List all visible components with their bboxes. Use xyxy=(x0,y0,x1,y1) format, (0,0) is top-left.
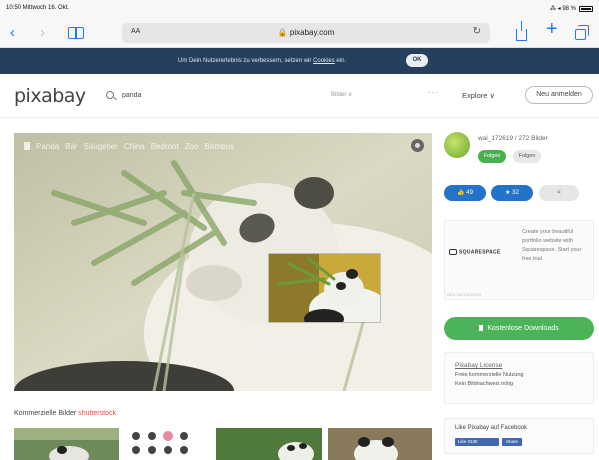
commercial-thumbnail[interactable] xyxy=(126,428,218,460)
favorite-button[interactable]: ★ 32 xyxy=(491,185,533,201)
cookie-text: Um Dein Nutzererlebnis zu verbessern, se… xyxy=(178,58,346,64)
site-header: pixabay Bilder ∨ ··· Explore ∨ Neu anmel… xyxy=(0,74,599,118)
explore-dropdown[interactable]: Explore ∨ xyxy=(462,91,495,100)
related-thumbnail-overlay[interactable] xyxy=(268,253,381,323)
commercial-thumbnails xyxy=(14,428,432,460)
main-panda-image[interactable]: Panda Bär Säugetier China Bedroht Zoo Ba… xyxy=(14,133,432,391)
tag-item[interactable]: Panda xyxy=(36,142,59,151)
license-box: Pixabay License Freie kommerzielle Nutzu… xyxy=(444,352,594,404)
download-label: Kostenlose Downloads xyxy=(487,325,559,332)
status-right-text: ⁂ ◂ 98 % xyxy=(549,6,576,12)
commercial-images-label: Kommerzielle Bilder shutterstock xyxy=(14,410,116,417)
commercial-thumbnail[interactable] xyxy=(216,428,322,460)
ad-brand: SQUARESPACE xyxy=(459,249,501,256)
download-icon xyxy=(479,325,484,332)
like-button[interactable]: 👍 49 xyxy=(444,185,486,201)
status-time: 10:50 Mittwoch 16. Okt. xyxy=(6,5,70,11)
url-text[interactable]: 🔒 pixabay.com xyxy=(122,28,490,37)
license-line: Kein Bildnachweis nötig xyxy=(455,381,514,387)
tag-item[interactable]: Bär xyxy=(65,142,77,151)
cookie-banner: Um Dein Nutzererlebnis zu verbessern, se… xyxy=(0,48,599,74)
search-icon xyxy=(106,91,114,99)
more-menu-button[interactable]: ··· xyxy=(428,88,439,97)
author-card: wal_172619 / 272 Bilder Folgen Folgen xyxy=(444,132,594,174)
tag-item[interactable]: China xyxy=(124,142,145,151)
commercial-label-text: Kommerzielle Bilder xyxy=(14,410,77,417)
browser-toolbar: ‹ › AA 🔒 pixabay.com ↻ + xyxy=(0,18,599,48)
tag-item[interactable]: Säugetier xyxy=(84,142,118,151)
tag-item[interactable]: Zoo xyxy=(185,142,199,151)
commercial-thumbnail[interactable] xyxy=(328,428,432,460)
facebook-share-button[interactable]: Share xyxy=(502,438,522,446)
cookie-text-start: Um Dein Nutzererlebnis zu verbessern, se… xyxy=(178,58,314,64)
tabs-overview-icon[interactable] xyxy=(575,25,589,40)
facebook-box: Like Pixabay auf Facebook Like 313K Shar… xyxy=(444,418,594,454)
status-indicators: ⁂ ◂ 98 % xyxy=(550,5,593,12)
bookmarks-icon[interactable] xyxy=(68,27,84,39)
search-type-dropdown[interactable]: Bilder ∨ xyxy=(331,91,352,98)
address-bar[interactable]: AA 🔒 pixabay.com ↻ xyxy=(122,23,490,43)
image-tags: Panda Bär Säugetier China Bedroht Zoo Ba… xyxy=(24,142,234,151)
pixabay-logo[interactable]: pixabay xyxy=(14,85,86,107)
license-line: Freie kommerzielle Nutzung xyxy=(455,372,524,378)
squarespace-logo: SQUARESPACE xyxy=(449,249,515,255)
follow-button[interactable]: Folgen xyxy=(478,150,506,163)
license-link[interactable]: Pixabay License xyxy=(455,362,583,369)
thumbnail-image xyxy=(132,431,188,454)
cookie-link[interactable]: Cookies xyxy=(313,58,335,64)
camera-icon[interactable] xyxy=(411,139,424,152)
follow-secondary-button[interactable]: Folgen xyxy=(513,150,541,163)
squarespace-logo-icon xyxy=(449,249,457,255)
image-actions: 👍 49 ★ 32 < xyxy=(444,185,594,203)
signup-button[interactable]: Neu anmelden xyxy=(525,86,593,104)
thumbnail-image xyxy=(328,428,432,460)
share-button[interactable]: < xyxy=(539,185,579,201)
battery-icon xyxy=(579,5,593,12)
cookie-ok-button[interactable]: OK xyxy=(406,54,428,67)
cookie-text-end: ein. xyxy=(334,58,347,64)
thumbnail-image xyxy=(216,428,322,460)
forward-arrow-icon[interactable]: › xyxy=(40,25,45,40)
thumbnail-photo-illustration xyxy=(269,254,380,322)
share-icon[interactable] xyxy=(516,21,527,41)
reload-icon[interactable]: ↻ xyxy=(473,26,481,37)
shutterstock-link[interactable]: shutterstock xyxy=(78,410,116,417)
facebook-like-button[interactable]: Like 313K xyxy=(455,438,499,446)
tag-pin-icon xyxy=(24,142,30,150)
squarespace-ad[interactable]: SQUARESPACE Create your beautiful portfo… xyxy=(444,220,594,300)
ios-status-bar: 10:50 Mittwoch 16. Okt. ⁂ ◂ 98 % xyxy=(0,0,599,18)
free-download-button[interactable]: Kostenlose Downloads xyxy=(444,317,594,340)
search-input[interactable] xyxy=(122,87,322,103)
new-tab-plus-icon[interactable]: + xyxy=(546,19,558,39)
facebook-title: Like Pixabay auf Facebook xyxy=(455,425,528,431)
tag-item[interactable]: Bambus xyxy=(205,142,234,151)
commercial-thumbnail[interactable] xyxy=(14,428,119,460)
avatar[interactable] xyxy=(444,132,470,158)
back-arrow-icon[interactable]: ‹ xyxy=(10,25,15,40)
tag-item[interactable]: Bedroht xyxy=(151,142,179,151)
author-name[interactable]: wal_172619 / 272 Bilder xyxy=(478,135,548,142)
ad-text[interactable]: Create your beautiful portfolio website … xyxy=(522,228,592,264)
ad-footer[interactable]: ADS VIA CARBON xyxy=(447,292,481,297)
thumbnail-image xyxy=(14,428,119,460)
